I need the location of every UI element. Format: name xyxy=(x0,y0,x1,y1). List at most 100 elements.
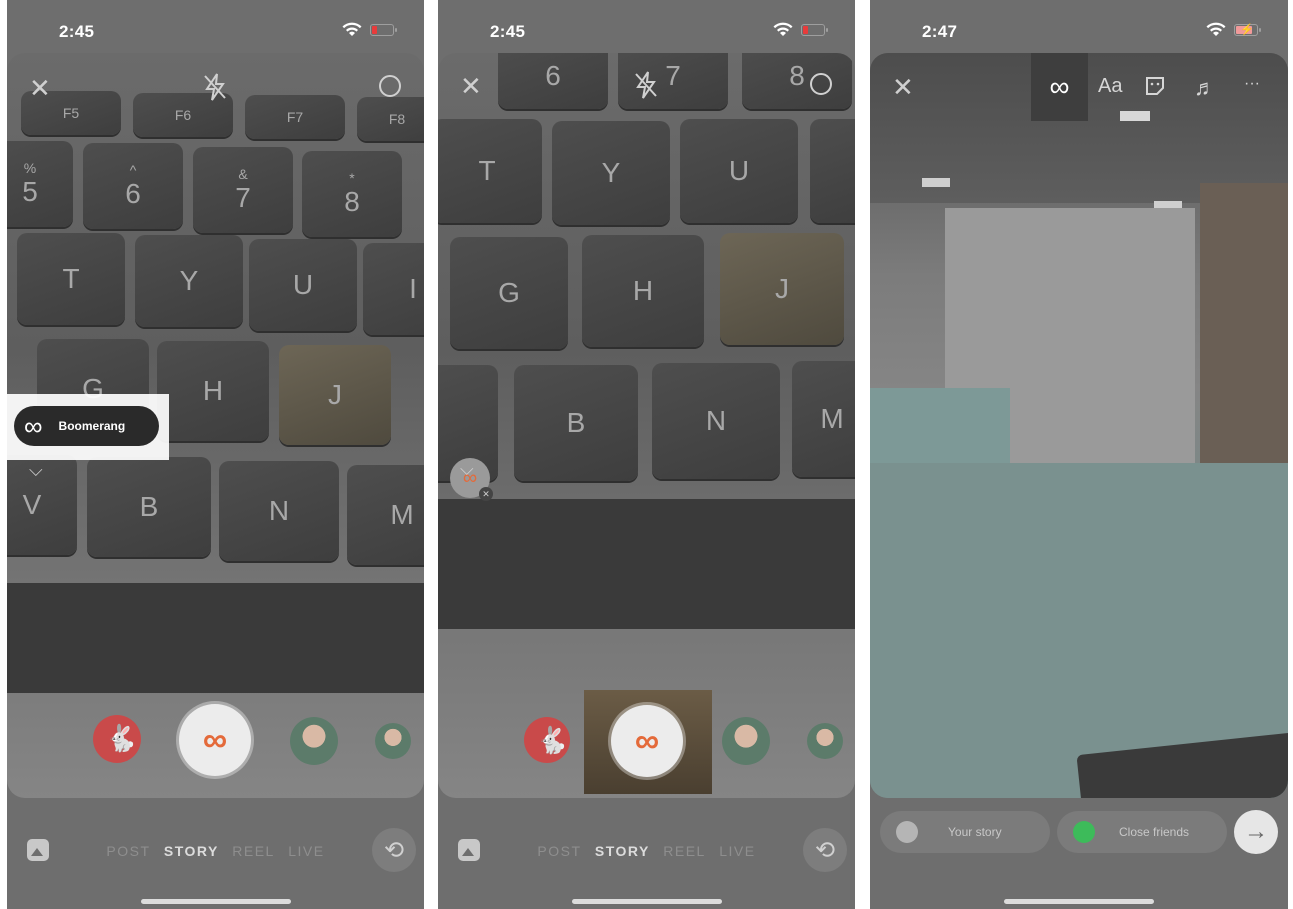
key-f7: F7 xyxy=(245,95,345,139)
boomerang-tool-button[interactable]: ∞ xyxy=(1031,53,1088,121)
mode-live[interactable]: LIVE xyxy=(719,843,755,859)
status-time: 2:45 xyxy=(59,22,95,41)
battery-charging-icon: ⚡ xyxy=(1234,24,1261,36)
close-icon[interactable]: ✕ xyxy=(892,74,914,100)
close-friends-label: Close friends xyxy=(1119,825,1190,839)
status-bar: 2:45 xyxy=(438,0,855,52)
infinity-icon: ∞ xyxy=(634,721,660,760)
effect-avatar-2[interactable] xyxy=(290,717,338,765)
mode-reel[interactable]: REEL xyxy=(663,843,706,859)
effect-avatar-3[interactable] xyxy=(375,723,411,759)
flip-camera-icon[interactable]: ⟲ xyxy=(803,828,847,872)
mode-post[interactable]: POST xyxy=(106,843,150,859)
key-b: B xyxy=(514,365,638,481)
mode-story[interactable]: STORY xyxy=(595,843,650,859)
mode-selector: POST STORY REEL LIVE xyxy=(7,843,424,859)
status-time: 2:47 xyxy=(922,22,958,41)
shutter-button[interactable]: ∞ xyxy=(179,704,251,776)
key-6: ^ 6 xyxy=(83,143,183,229)
ceiling-light xyxy=(922,178,950,187)
sticker-icon[interactable] xyxy=(1144,75,1166,103)
ceiling-light xyxy=(1120,111,1150,121)
key-7: & 7 xyxy=(193,147,293,233)
keyboard-edge xyxy=(7,583,424,693)
key-i: I xyxy=(363,243,424,335)
boomerang-mode-button[interactable]: ∞ Boomerang xyxy=(14,406,159,446)
desk-partition xyxy=(870,388,1010,468)
avatar xyxy=(896,821,918,843)
key-t: T xyxy=(438,119,542,223)
status-bar: 2:47 ⚡ xyxy=(870,0,1288,52)
key-i-partial xyxy=(810,119,855,223)
close-icon[interactable]: ✕ xyxy=(29,75,51,101)
keyboard-edge xyxy=(438,499,855,629)
mode-story[interactable]: STORY xyxy=(164,843,219,859)
key-y: Y xyxy=(552,121,670,225)
wifi-icon xyxy=(773,22,793,43)
infinity-icon: ∞ xyxy=(24,410,43,441)
key-n: N xyxy=(219,461,339,561)
key-g: G xyxy=(450,237,568,349)
flip-camera-icon[interactable]: ⟲ xyxy=(372,828,416,872)
arrow-right-icon[interactable]: → xyxy=(1234,810,1278,854)
effect-avatar-1[interactable]: 🐇 xyxy=(524,717,570,763)
shelf xyxy=(1200,183,1288,483)
key-5: % 5 xyxy=(7,141,73,227)
mode-post[interactable]: POST xyxy=(537,843,581,859)
infinity-icon: ∞ xyxy=(1049,71,1070,102)
key-j: J xyxy=(720,233,844,345)
phone-screen-3: 2:47 ⚡ ✕ ∞ Aa ♬ ··· Your story Close fri… xyxy=(870,0,1288,909)
music-icon[interactable]: ♬ xyxy=(1194,75,1216,101)
mode-live[interactable]: LIVE xyxy=(288,843,324,859)
boomerang-tooltip: ∞ Boomerang xyxy=(7,394,169,460)
key-t: T xyxy=(17,233,125,325)
home-indicator xyxy=(140,899,291,904)
chevron-down-icon[interactable]: ⌵ xyxy=(29,460,43,481)
home-indicator xyxy=(1004,899,1154,904)
boomerang-preview xyxy=(870,53,1288,798)
effect-avatar-1[interactable]: 🐇 xyxy=(93,715,141,763)
wifi-icon xyxy=(1206,22,1226,43)
key-u: U xyxy=(249,239,357,331)
your-story-label: Your story xyxy=(948,825,1002,839)
key-m: M xyxy=(347,465,424,565)
shutter-button[interactable]: ∞ xyxy=(611,705,683,777)
flash-off-icon[interactable] xyxy=(203,73,227,105)
camera-viewfinder[interactable]: 6 7 8 T Y U G H J B N M ✕ ∞ ✕ ⌵ 🐇 ∞ xyxy=(438,53,855,798)
key-u: U xyxy=(680,119,798,223)
boomerang-label: Boomerang xyxy=(58,419,126,433)
close-boomerang-icon[interactable]: ✕ xyxy=(479,487,493,501)
status-bar: 2:45 xyxy=(7,0,424,52)
key-b: B xyxy=(87,457,211,557)
key-h: H xyxy=(582,235,704,347)
key-m: M xyxy=(792,361,855,477)
close-icon[interactable]: ✕ xyxy=(460,73,482,99)
more-options-icon[interactable]: ··· xyxy=(1244,75,1260,93)
key-8: 8 xyxy=(742,53,852,109)
phone-screen-1: 2:45 F5 F6 F7 F8 % 5 ^ 6 & 7 * 8 T Y U I G H… xyxy=(7,0,424,909)
phone-screen-2: 2:45 6 7 8 T Y U G H J B N M ✕ ∞ ✕ ⌵ 🐇 ∞… xyxy=(438,0,855,909)
key-f8: F8 xyxy=(357,97,424,141)
status-time: 2:45 xyxy=(490,22,526,41)
effect-avatar-2[interactable] xyxy=(722,717,770,765)
effect-avatar-3[interactable] xyxy=(807,723,843,759)
key-y: Y xyxy=(135,235,243,327)
text-tool-button[interactable]: Aa xyxy=(1098,75,1122,98)
home-indicator xyxy=(571,899,722,904)
your-story-button[interactable]: Your story xyxy=(880,811,1050,853)
key-h: H xyxy=(157,341,269,441)
infinity-icon: ∞ xyxy=(202,720,228,759)
key-n: N xyxy=(652,363,780,479)
flash-off-icon[interactable] xyxy=(634,71,658,103)
star-icon xyxy=(1073,821,1095,843)
mode-reel[interactable]: REEL xyxy=(232,843,275,859)
settings-icon[interactable] xyxy=(377,73,403,103)
chevron-down-icon[interactable]: ⌵ xyxy=(460,459,474,480)
settings-icon[interactable] xyxy=(808,71,834,101)
wifi-icon xyxy=(342,22,362,43)
battery-icon xyxy=(801,24,828,36)
close-friends-button[interactable]: Close friends xyxy=(1057,811,1227,853)
key-6: 6 xyxy=(498,53,608,109)
key-8: * 8 xyxy=(302,151,402,237)
mode-selector: POST STORY REEL LIVE xyxy=(438,843,855,859)
